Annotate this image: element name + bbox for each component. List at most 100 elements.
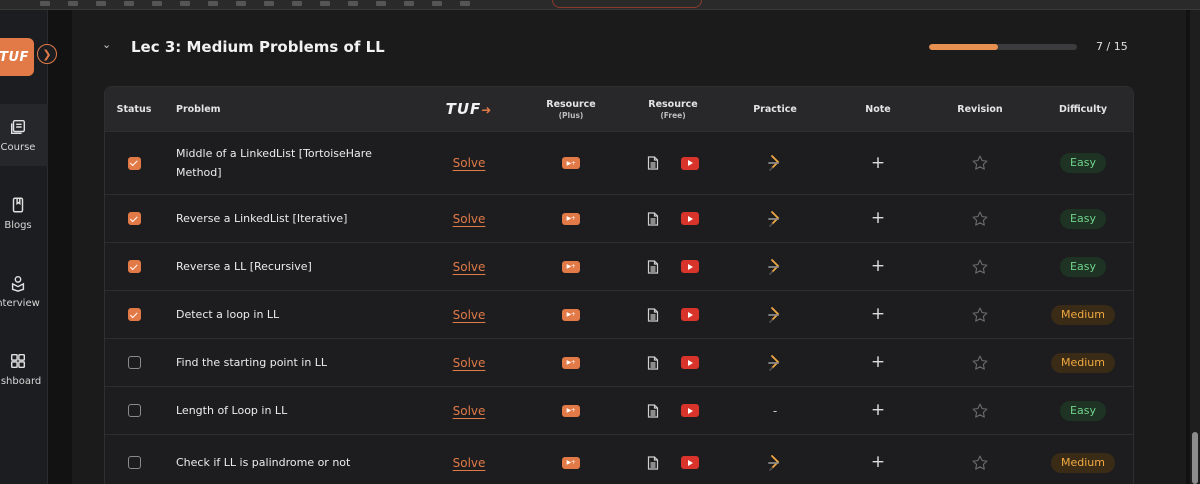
sidebar-collapse-button[interactable]: ❯	[37, 44, 57, 64]
section-header[interactable]: ⌄ Lec 3: Medium Problems of LL 7 / 15	[72, 10, 1186, 84]
problem-cell: Detect a loop in LL	[176, 291, 416, 338]
article-icon[interactable]	[647, 455, 659, 470]
star-icon[interactable]	[971, 402, 989, 420]
tuf-cell: Solve	[429, 132, 509, 194]
status-checkbox[interactable]	[127, 308, 141, 321]
sidebar-item-dashboard[interactable]: ashboard	[0, 338, 48, 400]
add-note-icon[interactable]: +	[871, 210, 885, 227]
solve-link[interactable]: Solve	[453, 212, 486, 226]
tuf-brand-logo: TUF➜	[445, 100, 493, 118]
plus-resource-icon[interactable]: ▶+	[562, 157, 580, 169]
revision-cell	[940, 339, 1020, 386]
article-icon[interactable]	[647, 211, 659, 226]
solve-link[interactable]: Solve	[453, 308, 486, 322]
practice-cell	[735, 435, 815, 484]
resource-plus-cell: ▶+	[531, 339, 611, 386]
youtube-icon[interactable]	[681, 404, 699, 417]
table-row: Reverse a LL [Recursive] Solve ▶+ + Easy	[105, 242, 1133, 290]
plus-resource-icon[interactable]: ▶+	[562, 456, 580, 469]
problem-name: Reverse a LL [Recursive]	[176, 260, 312, 273]
add-note-icon[interactable]: +	[871, 258, 885, 275]
article-icon[interactable]	[647, 259, 659, 274]
table-row: Middle of a LinkedList [TortoiseHare Met…	[105, 131, 1133, 194]
article-icon[interactable]	[647, 156, 659, 170]
star-icon[interactable]	[971, 154, 989, 172]
revision-cell	[940, 387, 1020, 434]
article-icon[interactable]	[647, 403, 659, 418]
note-cell: +	[838, 132, 918, 194]
solve-link[interactable]: Solve	[453, 260, 486, 274]
solve-link[interactable]: Solve	[453, 404, 486, 418]
add-note-icon[interactable]: +	[871, 402, 885, 419]
browser-bookmarks	[40, 1, 470, 6]
star-icon[interactable]	[971, 306, 989, 324]
youtube-icon[interactable]	[681, 308, 699, 321]
add-note-icon[interactable]: +	[871, 154, 885, 172]
browser-address-pill[interactable]	[552, 0, 702, 8]
chevron-down-icon[interactable]: ⌄	[102, 38, 111, 51]
status-cell	[105, 339, 163, 386]
problem-name: Find the starting point in LL	[176, 356, 328, 369]
problem-name: Reverse a LinkedList [Iterative]	[176, 212, 348, 225]
problem-cell: Find the starting point in LL	[176, 339, 416, 386]
resource-plus-cell: ▶+	[531, 435, 611, 484]
status-checkbox[interactable]	[127, 356, 141, 369]
youtube-icon[interactable]	[681, 456, 699, 469]
header-practice: Practice	[753, 103, 797, 115]
practice-cell	[735, 243, 815, 290]
practice-icon[interactable]	[767, 454, 783, 472]
practice-icon[interactable]	[767, 354, 783, 372]
revision-cell	[940, 435, 1020, 484]
solve-link[interactable]: Solve	[453, 456, 486, 470]
youtube-icon[interactable]	[681, 260, 699, 273]
status-cell	[105, 195, 163, 242]
plus-resource-icon[interactable]: ▶+	[562, 212, 580, 225]
youtube-icon[interactable]	[681, 156, 699, 170]
add-note-icon[interactable]: +	[871, 454, 885, 471]
revision-cell	[940, 291, 1020, 338]
page-scrollbar-thumb[interactable]	[1192, 432, 1198, 484]
star-icon[interactable]	[971, 258, 989, 276]
page-scrollbar[interactable]	[1190, 10, 1200, 484]
youtube-icon[interactable]	[681, 356, 699, 369]
status-checkbox[interactable]	[127, 404, 141, 417]
plus-resource-icon[interactable]: ▶+	[562, 356, 580, 369]
star-icon[interactable]	[971, 210, 989, 228]
solve-link[interactable]: Solve	[453, 356, 486, 370]
status-checkbox[interactable]	[127, 156, 141, 170]
status-checkbox[interactable]	[127, 456, 141, 469]
plus-resource-icon[interactable]: ▶+	[562, 308, 580, 321]
add-note-icon[interactable]: +	[871, 354, 885, 371]
status-checkbox[interactable]	[127, 260, 141, 273]
plus-resource-icon[interactable]: ▶+	[562, 404, 580, 417]
book-icon	[12, 197, 24, 212]
sidebar-item-course[interactable]: Course	[0, 104, 48, 166]
status-checkbox[interactable]	[127, 212, 141, 225]
tuf-cell: Solve	[429, 435, 509, 484]
note-cell: +	[838, 195, 918, 242]
note-cell: +	[838, 387, 918, 434]
star-icon[interactable]	[971, 454, 989, 472]
solve-link[interactable]: Solve	[453, 156, 486, 170]
article-icon[interactable]	[647, 307, 659, 322]
difficulty-badge: Easy	[1060, 208, 1106, 229]
tuf-logo[interactable]: TUF	[0, 38, 34, 76]
article-icon[interactable]	[647, 355, 659, 370]
practice-icon[interactable]	[767, 306, 783, 324]
problem-cell: Reverse a LL [Recursive]	[176, 243, 416, 290]
plus-resource-icon[interactable]: ▶+	[562, 260, 580, 273]
header-revision: Revision	[957, 103, 1003, 115]
add-note-icon[interactable]: +	[871, 306, 885, 323]
practice-icon[interactable]	[767, 154, 783, 172]
youtube-icon[interactable]	[681, 212, 699, 225]
difficulty-badge: Medium	[1051, 352, 1115, 373]
sidebar-item-blogs[interactable]: Blogs	[0, 182, 48, 244]
sidebar-item-interview[interactable]: nterview	[0, 260, 48, 322]
star-icon[interactable]	[971, 354, 989, 372]
practice-icon[interactable]	[767, 210, 783, 228]
resource-free-cell	[633, 291, 713, 338]
table-row: Check if LL is palindrome or not Solve ▶…	[105, 434, 1133, 484]
difficulty-badge: Medium	[1051, 304, 1115, 325]
practice-icon[interactable]	[767, 258, 783, 276]
course-icon	[10, 119, 26, 134]
